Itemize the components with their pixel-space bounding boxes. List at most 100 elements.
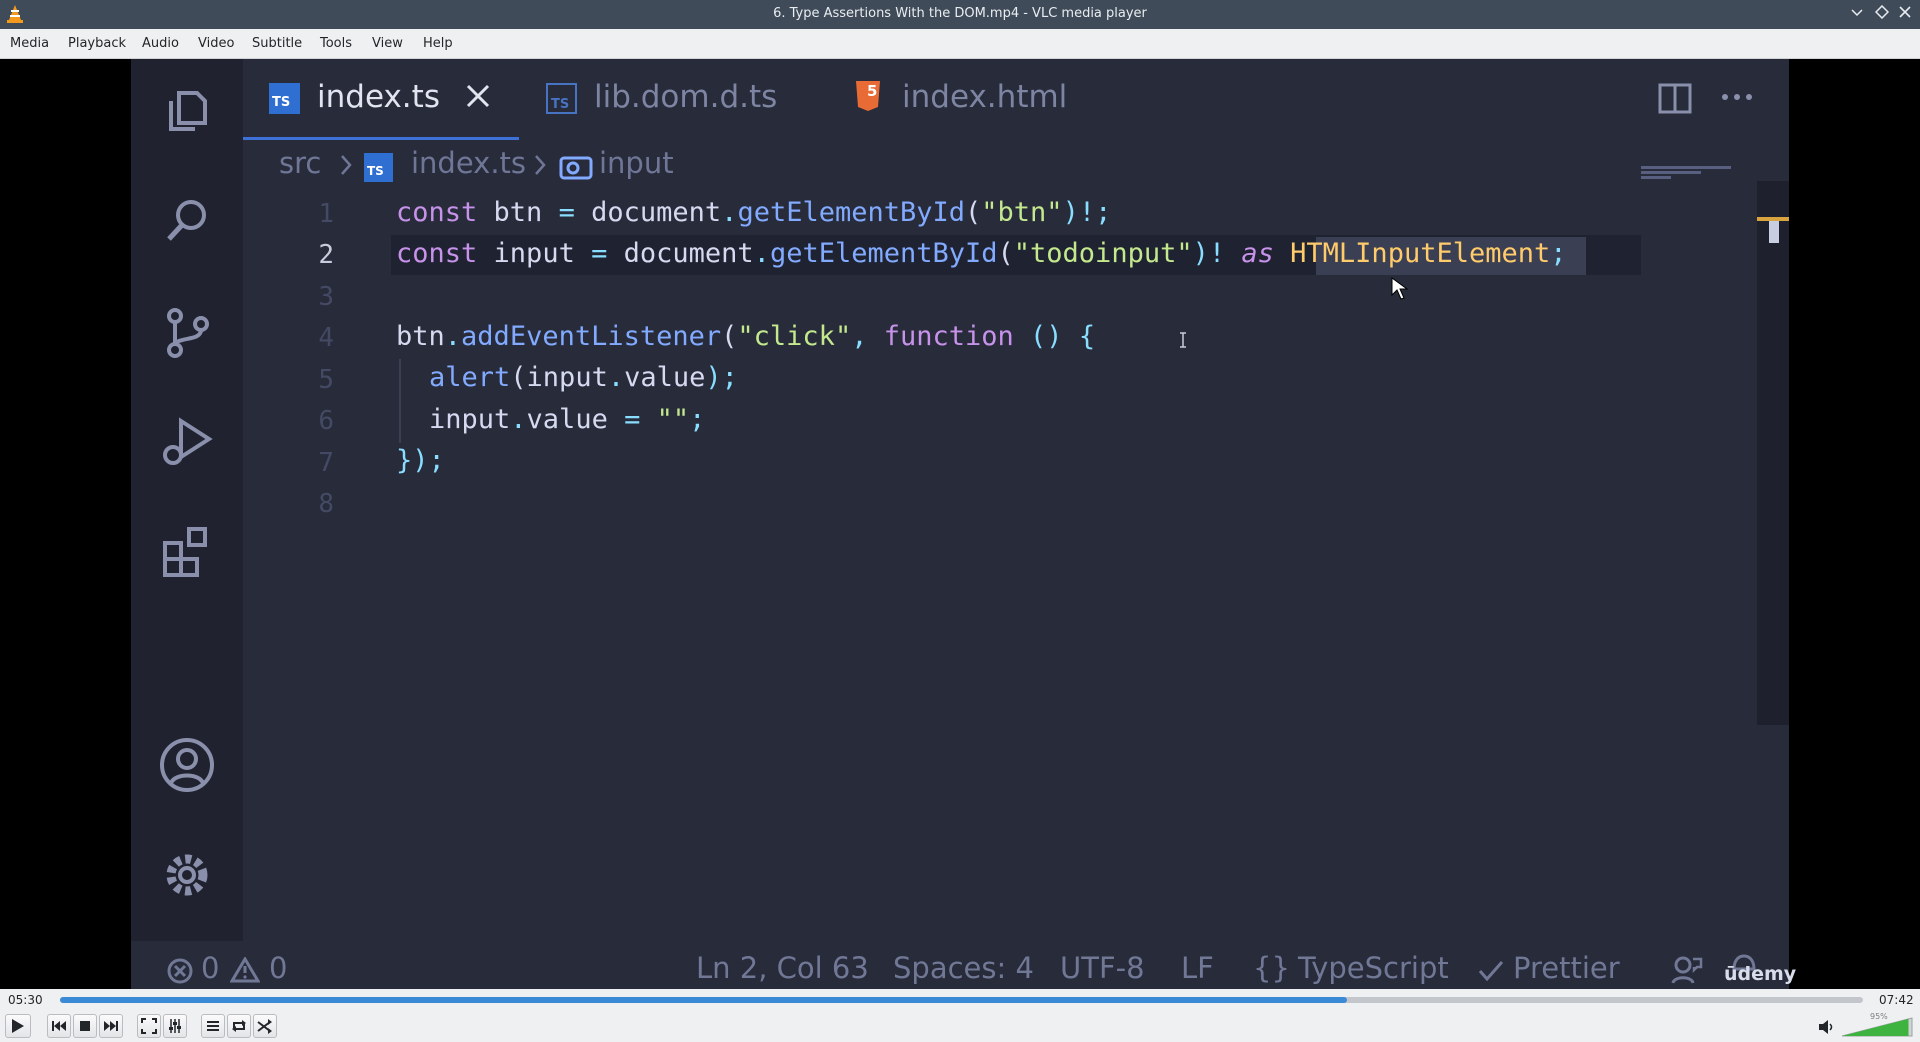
video-canvas[interactable]: TS index.ts TS lib.dom.d.ts 5 index.html… <box>0 59 1920 989</box>
seek-progress <box>60 997 1347 1003</box>
line-number: 8 <box>318 489 334 519</box>
cursor-position: Ln 2, Col 63 <box>696 951 869 985</box>
menu-subtitle[interactable]: Subtitle <box>252 36 302 51</box>
ts-file-icon: TS <box>364 153 393 182</box>
volume-percent: 95% <box>1870 1012 1888 1021</box>
extended-settings-button[interactable] <box>163 1014 187 1038</box>
menu-tools[interactable]: Tools <box>320 36 352 51</box>
playlist-icon <box>207 1021 219 1031</box>
feedback-icon <box>1671 956 1703 984</box>
search-icon <box>157 191 217 251</box>
previous-button[interactable] <box>47 1014 71 1038</box>
text-cursor-icon <box>1180 332 1186 348</box>
indentation: Spaces: 4 <box>893 951 1034 985</box>
close-icon[interactable] <box>1896 5 1914 23</box>
shuffle-icon <box>257 1019 272 1034</box>
line-number: 7 <box>318 448 334 478</box>
minimap <box>1641 166 1731 179</box>
variable-symbol-icon <box>559 156 593 180</box>
line-number: 1 <box>318 199 334 229</box>
source-control-icon <box>157 302 217 362</box>
more-actions-icon <box>1722 94 1752 100</box>
error-count: 0 <box>201 951 220 985</box>
ts-file-icon: TS <box>546 83 577 114</box>
skip-forward-icon <box>104 1021 118 1031</box>
shuffle-button[interactable] <box>253 1014 277 1038</box>
line-number: 6 <box>318 406 334 436</box>
volume-slider[interactable]: 95% <box>1840 1012 1914 1038</box>
title-bar: 6. Type Assertions With the DOM.mp4 - VL… <box>0 0 1920 29</box>
playlist-button[interactable] <box>201 1014 225 1038</box>
volume-speaker-icon[interactable] <box>1818 1019 1836 1035</box>
tab-label: lib.dom.d.ts <box>594 79 778 115</box>
editor-scrollbar <box>1757 181 1789 725</box>
menu-bar: Media Playback Audio Video Subtitle Tool… <box>0 29 1920 59</box>
menu-view[interactable]: View <box>372 36 403 51</box>
settings-gear-icon <box>157 845 217 905</box>
breadcrumb-file: index.ts <box>411 146 527 180</box>
menu-video[interactable]: Video <box>198 36 234 51</box>
fullscreen-icon <box>141 1018 157 1034</box>
playback-controls: 95% <box>0 1010 1920 1042</box>
explorer-icon <box>157 81 217 141</box>
skip-back-icon <box>52 1021 66 1031</box>
html5-badge: 5 <box>867 82 878 100</box>
total-time: 07:42 <box>1879 993 1914 1007</box>
editor-status-bar: 0 0 Ln 2, Col 63 Spaces: 4 UTF-8 LF {} T… <box>131 941 1796 989</box>
stop-button[interactable] <box>73 1014 97 1038</box>
run-debug-icon <box>157 411 217 471</box>
seek-bar-row: 05:30 07:42 <box>0 989 1920 1010</box>
warning-icon <box>230 957 260 983</box>
indent-guide <box>399 359 401 443</box>
udemy-watermark: ūdemy <box>1724 963 1797 985</box>
language-braces-icon: {} <box>1253 951 1290 985</box>
extensions-icon <box>157 521 217 581</box>
fullscreen-button[interactable] <box>137 1014 161 1038</box>
next-button[interactable] <box>99 1014 123 1038</box>
language-mode: TypeScript <box>1298 951 1449 985</box>
equalizer-icon <box>169 1019 181 1033</box>
elapsed-time: 05:30 <box>8 993 43 1007</box>
warning-count: 0 <box>269 951 288 985</box>
account-icon <box>157 735 217 795</box>
mouse-pointer-icon <box>1391 277 1409 300</box>
video-frame-editor: TS index.ts TS lib.dom.d.ts 5 index.html… <box>131 59 1796 989</box>
breadcrumb-symbol: input <box>599 146 674 180</box>
line-number: 3 <box>318 282 334 312</box>
play-button[interactable] <box>5 1014 31 1038</box>
split-editor-icon <box>1658 83 1692 114</box>
error-icon <box>167 958 193 984</box>
minimize-icon[interactable] <box>1848 5 1866 23</box>
menu-media[interactable]: Media <box>10 36 49 51</box>
code-line-1: const btn = document.getElementById("btn… <box>396 197 1112 228</box>
check-icon <box>1478 961 1504 982</box>
ts-file-icon: TS <box>269 83 300 114</box>
repeat-icon <box>232 1020 246 1032</box>
code-line-2: const input = document.getElementById("t… <box>396 238 1567 269</box>
chevron-right-icon <box>535 155 546 175</box>
maximize-icon[interactable] <box>1873 4 1891 23</box>
line-number: 5 <box>318 365 334 395</box>
code-line-6: input.value = ""; <box>429 404 706 435</box>
stop-icon <box>80 1021 90 1031</box>
tab-label: index.ts <box>317 79 440 115</box>
loop-button[interactable] <box>227 1014 251 1038</box>
line-number: 2 <box>318 240 334 270</box>
close-tab-icon <box>466 84 490 108</box>
line-number: 4 <box>318 323 334 353</box>
code-line-5: alert(input.value); <box>429 362 738 393</box>
activity-bar <box>131 59 243 941</box>
encoding: UTF-8 <box>1060 951 1145 985</box>
window-title: 6. Type Assertions With the DOM.mp4 - VL… <box>773 6 1147 21</box>
breadcrumb-folder: src <box>279 146 322 180</box>
line-ending: LF <box>1181 951 1214 985</box>
scroll-marker <box>1757 217 1789 221</box>
tab-label: index.html <box>902 79 1068 115</box>
menu-playback[interactable]: Playback <box>68 36 126 51</box>
menu-help[interactable]: Help <box>423 36 453 51</box>
menu-audio[interactable]: Audio <box>142 36 179 51</box>
code-line-4: btn.addEventListener("click", function (… <box>396 321 1096 352</box>
play-icon <box>12 1019 24 1033</box>
active-tab-indicator <box>243 137 519 140</box>
code-line-7: }); <box>396 445 445 476</box>
